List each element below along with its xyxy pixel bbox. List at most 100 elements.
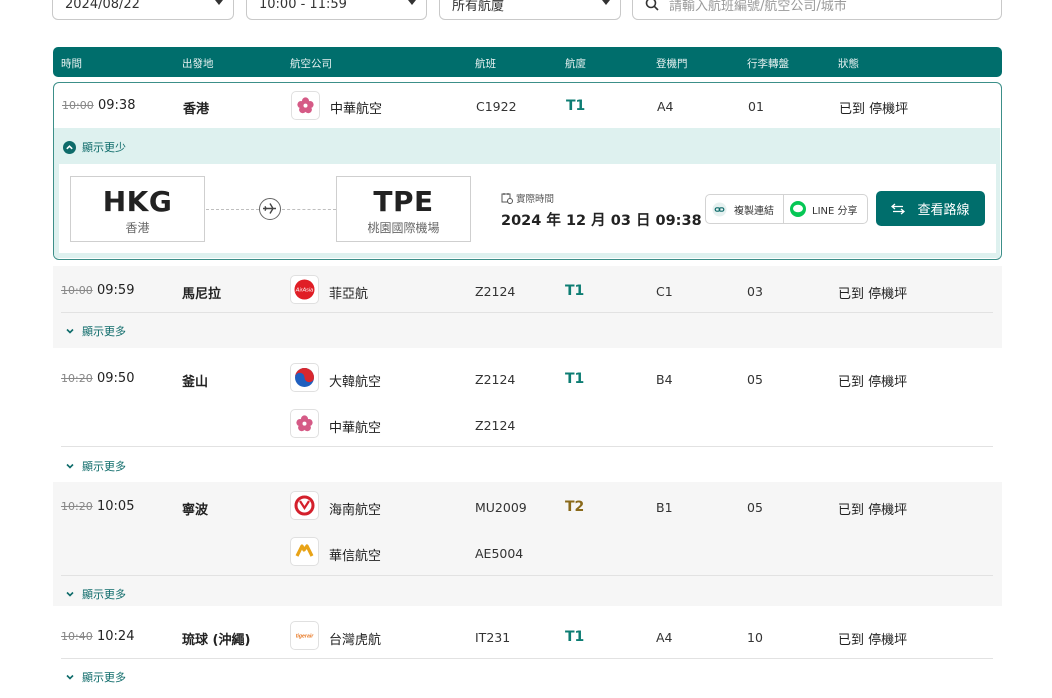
flight-number: Z2124 [475,284,516,299]
actual-time: 10:05 [97,499,135,514]
flight-number: Z2124 [475,372,516,387]
flight-number: AE5004 [475,546,524,561]
column-header-airline: 航空公司 [290,58,332,70]
china-airlines-logo-icon [290,409,319,438]
column-header-terminal: 航廈 [565,58,586,70]
origin-city: 馬尼拉 [182,287,222,302]
flight-number: Z2124 [475,418,516,433]
show-less-button[interactable]: 顯示更少 [63,139,126,155]
calendar-clock-icon [501,193,513,204]
gate: B1 [656,500,673,515]
date-value: 2024/08/22 [65,0,140,12]
airline-name: 台灣虎航 [329,633,382,648]
share-group: 複製連結 LINE 分享 [705,194,868,224]
flight-status: 已到 停機坪 [838,375,908,390]
airline-name: 菲亞航 [329,287,369,302]
show-more-button[interactable]: 顯示更多 [65,458,126,474]
search-icon [645,0,659,11]
line-share-label: LINE 分享 [812,205,858,217]
scheduled-time: 10:40 [61,630,93,643]
terminal-badge: T1 [565,283,585,299]
table-row[interactable]: 10:00 09:59 馬尼拉 AirAsia 菲亞航 Z2124 T1 C1 … [53,266,1002,348]
china-airlines-logo-icon [291,91,320,120]
origin-city: 釜山 [182,375,209,390]
search-input[interactable]: 請輸入航班編號/航空公司/城市 [632,0,1002,20]
baggage-belt: 03 [747,284,763,299]
column-header-time: 時間 [61,58,82,70]
baggage-belt: 01 [748,99,764,114]
chevron-down-icon [66,674,74,680]
caret-down-icon [408,0,416,5]
show-more-label: 顯示更多 [82,588,126,601]
terminal-select[interactable]: 所有航廈 [439,0,621,20]
column-header-flight: 航班 [475,58,496,70]
time-range-select[interactable]: 10:00 - 11:59 [246,0,427,20]
table-row[interactable]: 10:20 10:05 寧波 海南航空 MU2009 T2 B1 05 已到 停… [53,482,1002,606]
search-placeholder: 請輸入航班編號/航空公司/城市 [669,0,847,14]
copy-link-button[interactable]: 複製連結 [712,202,774,217]
baggage-belt: 05 [747,500,763,515]
route-line-right [282,209,336,210]
terminal-value: 所有航廈 [452,0,505,14]
gate: C1 [656,284,673,299]
row-divider [61,312,993,313]
show-more-label: 顯示更多 [82,325,126,338]
actual-time: 09:38 [98,98,136,113]
line-app-icon [790,201,806,217]
swap-arrows-icon [891,203,906,214]
terminal-badge: T1 [565,629,585,645]
date-select[interactable]: 2024/08/22 [52,0,234,20]
caret-down-icon [215,0,223,5]
actual-time-label: 實際時間 [501,191,554,205]
row-divider [61,658,993,659]
flight-status: 已到 停機坪 [838,503,908,518]
link-icon [712,202,727,217]
table-row[interactable]: 10:00 09:38 香港 中華航空 C1922 T1 A4 01 已到 停機… [54,83,1001,128]
korean-air-logo-icon [290,363,319,392]
terminal-badge: T1 [565,371,585,387]
column-header-gate: 登機門 [656,58,688,70]
arrivals-page: 2024/08/22 10:00 - 11:59 所有航廈 請輸入航班編號/航空… [0,0,1052,698]
time-range-value: 10:00 - 11:59 [259,0,347,12]
origin-city: 寧波 [182,503,209,518]
line-share-button[interactable]: LINE 分享 [790,201,858,217]
table-header: 時間 出發地 航空公司 航班 航廈 登機門 行李轉盤 狀態 [53,47,1002,77]
column-header-status: 狀態 [838,58,859,70]
terminal-badge: T2 [565,499,585,515]
mandarin-airlines-logo-icon [290,537,319,566]
actual-time: 09:50 [97,371,135,386]
copy-link-label: 複製連結 [734,206,774,217]
destination-airport-box: TPE 桃園國際機場 [336,176,471,242]
chevron-up-icon [63,140,76,154]
table-row[interactable]: 10:20 09:50 釜山 大韓航空 Z2124 T1 B4 05 已到 停機… [53,354,1002,478]
airline-name: 華信航空 [329,549,382,564]
destination-code: TPE [373,185,434,218]
show-more-label: 顯示更多 [82,460,126,473]
airline-name: 海南航空 [329,503,382,518]
tigerair-logo-icon: tigerair [290,621,319,650]
actual-time-label-text: 實際時間 [516,194,555,205]
svg-text:tigerair: tigerair [296,634,315,640]
scheduled-time: 10:20 [61,500,93,513]
show-more-button[interactable]: 顯示更多 [65,669,126,685]
flight-number: IT231 [475,630,511,645]
actual-time: 09:59 [97,283,135,298]
share-divider [783,195,784,223]
view-route-label: 查看路線 [917,203,970,218]
show-less-label: 顯示更少 [82,141,126,154]
origin-code: HKG [102,185,173,218]
table-row[interactable]: 10:40 10:24 琉球 (沖繩) tigerair 台灣虎航 IT231 … [53,612,1002,698]
show-more-button[interactable]: 顯示更多 [65,323,126,339]
view-route-button[interactable]: 查看路線 [876,191,985,226]
row-divider [61,575,993,576]
route-line-left [206,209,259,210]
column-header-origin: 出發地 [182,58,214,70]
airline-name: 中華航空 [329,421,382,436]
caret-down-icon [602,0,610,5]
scheduled-time: 10:00 [62,99,94,112]
row-divider [61,446,993,447]
svg-text:AirAsia: AirAsia [295,288,313,294]
show-more-button[interactable]: 顯示更多 [65,586,126,602]
scheduled-time: 10:20 [61,372,93,385]
flight-row-expanded[interactable]: 10:00 09:38 香港 中華航空 C1922 T1 A4 01 已到 停機… [53,82,1002,260]
